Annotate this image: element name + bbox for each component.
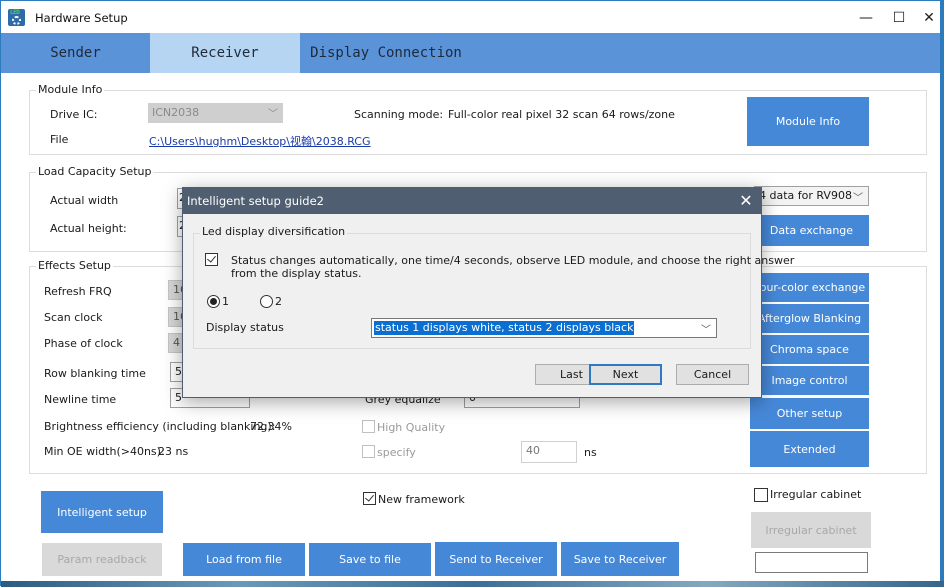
module-info-group-label: Module Info [36, 83, 105, 96]
drive-ic-select: ICN2038 ﹀ [148, 103, 283, 123]
display-status-label: Display status [206, 321, 284, 334]
dialog-title: Intelligent setup guide2 [187, 194, 324, 208]
irregular-cabinet-check-label: Irregular cabinet [770, 488, 862, 501]
data-type-value: 4 data for RV908 [759, 189, 852, 202]
min-oe-width-value: 23 ns [158, 445, 189, 458]
status-radio-2-label: 2 [275, 295, 282, 308]
high-quality-label: High Quality [377, 421, 446, 434]
title-bar: LED Hardware Setup — ☐ ✕ [1, 1, 943, 33]
param-readback-button: Param readback [42, 543, 162, 576]
intelligent-setup-button[interactable]: Intelligent setup [41, 491, 163, 533]
scanning-mode-label: Scanning mode: [354, 108, 444, 121]
irregular-cabinet-input[interactable] [755, 552, 868, 573]
led-diversification-group-label: Led display diversification [200, 225, 348, 238]
extended-button[interactable]: Extended [750, 431, 869, 467]
file-path-link[interactable]: C:\Users\hughm\Desktop\视翰\2038.RCG [149, 133, 371, 149]
tab-bar: Sender Receiver Display Connection [1, 33, 943, 73]
auto-change-checkbox[interactable] [205, 253, 218, 266]
row-blanking-label: Row blanking time [44, 367, 146, 380]
other-setup-button[interactable]: Other setup [750, 398, 869, 429]
irregular-cabinet-checkbox[interactable] [754, 488, 768, 502]
next-button[interactable]: Next [589, 364, 662, 385]
scanning-mode-value: Full-color real pixel 32 scan 64 rows/zo… [448, 108, 675, 121]
status-radio-1[interactable] [207, 295, 220, 308]
status-radio-1-label: 1 [222, 295, 229, 308]
four-color-exchange-button[interactable]: Four-color exchange [750, 273, 869, 302]
status-radio-2[interactable] [260, 295, 273, 308]
newline-time-label: Newline time [44, 393, 117, 406]
afterglow-blanking-button[interactable]: Afterglow Blanking [750, 304, 869, 333]
hardware-setup-window: LED Hardware Setup — ☐ ✕ Sender Receiver… [0, 0, 944, 587]
maximize-icon[interactable]: ☐ [884, 7, 914, 29]
tab-display-connection[interactable]: Display Connection [300, 33, 472, 73]
actual-height-label: Actual height: [50, 222, 127, 235]
actual-width-label: Actual width [50, 194, 119, 207]
cancel-button[interactable]: Cancel [676, 364, 749, 385]
dialog-title-bar: Intelligent setup guide2 ✕ [183, 188, 761, 214]
irregular-cabinet-button: Irregular cabinet [751, 512, 871, 548]
effects-setup-group-label: Effects Setup [36, 259, 113, 272]
save-to-receiver-button[interactable]: Save to Receiver [561, 542, 679, 576]
minimize-icon[interactable]: — [851, 7, 881, 29]
send-to-receiver-button[interactable]: Send to Receiver [435, 542, 557, 576]
auto-change-text-line1: Status changes automatically, one time/4… [231, 254, 795, 267]
chevron-down-icon: ﹀ [853, 193, 863, 204]
image-control-button[interactable]: Image control [750, 366, 869, 395]
data-type-select[interactable]: 4 data for RV908 ﹀ [754, 186, 869, 206]
file-label: File [50, 133, 69, 146]
chevron-down-icon: ﹀ [268, 109, 278, 120]
specify-label: specify [377, 446, 416, 459]
brightness-efficiency-value: 72.34% [250, 420, 292, 433]
load-capacity-group-label: Load Capacity Setup [36, 165, 154, 178]
dialog-close-icon[interactable]: ✕ [737, 191, 755, 210]
specify-checkbox[interactable] [362, 445, 375, 458]
brightness-efficiency-label: Brightness efficiency (including blankin… [44, 420, 276, 433]
window-title: Hardware Setup [35, 11, 128, 25]
new-framework-checkbox[interactable] [363, 492, 376, 505]
led-gear-icon: LED [8, 9, 25, 26]
tab-sender[interactable]: Sender [1, 33, 150, 73]
chroma-space-button[interactable]: Chroma space [750, 335, 869, 364]
specify-ns-input[interactable]: 40 [521, 441, 577, 463]
data-exchange-button[interactable]: Data exchange [754, 215, 869, 246]
intelligent-setup-guide-dialog: Intelligent setup guide2 ✕ Led display d… [182, 187, 794, 398]
display-status-value: status 1 displays white, status 2 displa… [374, 321, 635, 335]
module-info-button[interactable]: Module Info [747, 97, 869, 146]
scan-clock-label: Scan clock [44, 311, 103, 324]
specify-unit-label: ns [584, 446, 597, 459]
chevron-down-icon: ﹀ [701, 325, 711, 336]
window-right-border [940, 1, 943, 587]
load-from-file-button[interactable]: Load from file [183, 543, 305, 576]
save-to-file-button[interactable]: Save to file [309, 543, 431, 576]
drive-ic-label: Drive IC: [50, 108, 98, 121]
desktop-background-strip [1, 581, 944, 587]
high-quality-checkbox[interactable] [362, 420, 375, 433]
tab-receiver[interactable]: Receiver [150, 33, 300, 73]
new-framework-label: New framework [378, 493, 465, 506]
phase-of-clock-label: Phase of clock [44, 337, 123, 350]
drive-ic-value: ICN2038 [152, 106, 200, 119]
display-status-select[interactable]: status 1 displays white, status 2 displa… [371, 318, 717, 338]
min-oe-width-label: Min OE width(>40ns): [44, 445, 165, 458]
refresh-frq-label: Refresh FRQ [44, 285, 112, 298]
auto-change-text-line2: from the display status. [231, 267, 362, 280]
